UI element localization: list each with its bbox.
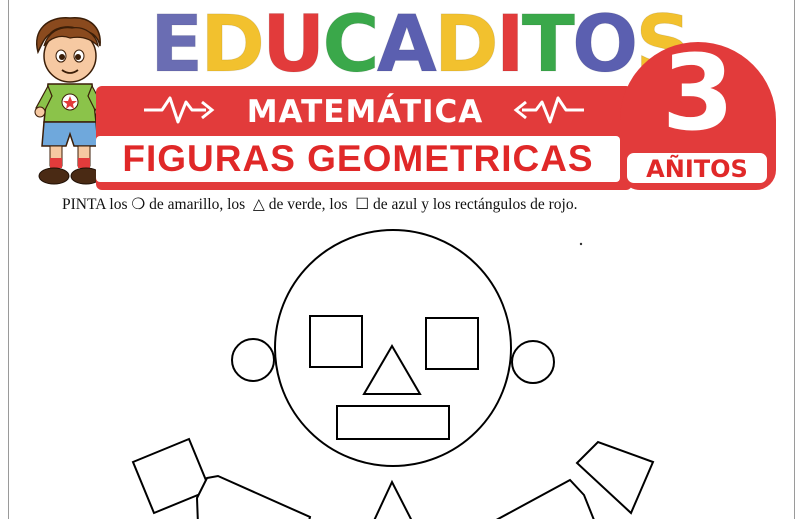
- right-arm-rectangle[interactable]: [487, 478, 596, 519]
- right-hand-square[interactable]: [575, 440, 655, 515]
- left-ear-circle[interactable]: [231, 338, 275, 382]
- left-eye-square[interactable]: [309, 315, 363, 368]
- right-eye-square[interactable]: [425, 317, 479, 370]
- dot-mark: [579, 242, 583, 246]
- right-ear-circle[interactable]: [511, 340, 555, 384]
- mouth-rectangle[interactable]: [336, 405, 450, 440]
- robot-figure: [131, 229, 655, 519]
- left-arm-rectangle[interactable]: [195, 474, 312, 519]
- body-triangle[interactable]: [372, 479, 414, 519]
